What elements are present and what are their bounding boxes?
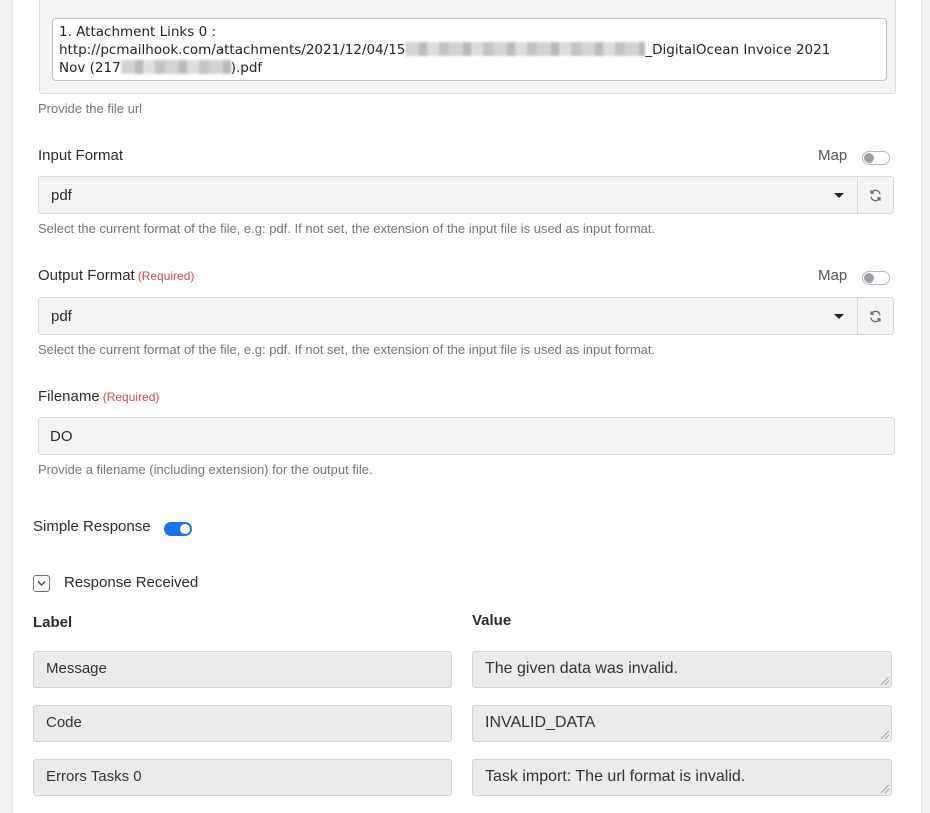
output-format-value: pdf xyxy=(51,308,72,325)
filename-value: DO xyxy=(50,428,73,445)
input-format-map-label: Map xyxy=(818,147,848,164)
file-url-help: Provide the file url xyxy=(38,101,143,116)
file-url-line-1: 1. Attachment Links 0 : xyxy=(59,24,217,40)
simple-response-label: Simple Response xyxy=(33,518,151,535)
output-format-refresh-button[interactable] xyxy=(858,297,894,335)
value-column-header: Value xyxy=(472,612,512,629)
chevron-down-icon xyxy=(37,581,46,586)
filename-input[interactable]: DO xyxy=(38,417,895,455)
file-url-line-2: http://pcmailhook.com/attachments/2021/1… xyxy=(59,42,831,58)
response-collapse-toggle[interactable] xyxy=(33,575,50,592)
caret-down-icon xyxy=(834,193,844,198)
file-url-field[interactable]: 1. Attachment Links 0 : http://pcmailhoo… xyxy=(52,18,887,81)
toggle-knob xyxy=(864,273,874,283)
refresh-icon xyxy=(870,189,881,202)
required-marker: (Required) xyxy=(102,390,160,404)
toggle-knob xyxy=(180,524,190,534)
input-format-value: pdf xyxy=(51,187,72,204)
caret-down-icon xyxy=(834,314,844,319)
toggle-knob xyxy=(864,153,874,163)
refresh-icon xyxy=(870,310,881,323)
file-url-container: 1. Attachment Links 0 : http://pcmailhoo… xyxy=(39,0,896,94)
response-received-title: Response Received xyxy=(64,574,199,591)
response-row-label: Errors Tasks 0 xyxy=(33,759,452,796)
filename-help: Provide a filename (including extension)… xyxy=(38,462,373,477)
required-marker: (Required) xyxy=(137,269,195,283)
output-format-label: Output Format (Required) xyxy=(38,267,195,284)
filename-label: Filename (Required) xyxy=(38,388,160,405)
resize-handle-icon[interactable] xyxy=(881,731,889,739)
output-format-select[interactable]: pdf xyxy=(38,297,858,335)
resize-handle-icon[interactable] xyxy=(881,677,889,685)
resize-handle-icon[interactable] xyxy=(881,785,889,793)
input-format-refresh-button[interactable] xyxy=(858,176,894,214)
input-format-map-toggle[interactable] xyxy=(862,151,890,165)
simple-response-toggle[interactable] xyxy=(164,522,192,536)
input-format-select[interactable]: pdf xyxy=(38,176,858,214)
input-format-label: Input Format xyxy=(38,147,124,164)
form-panel: 1. Attachment Links 0 : http://pcmailhoo… xyxy=(12,0,922,813)
output-format-map-label: Map xyxy=(818,267,848,284)
response-row-value[interactable]: INVALID_DATA xyxy=(472,705,892,742)
input-format-help: Select the current format of the file, e… xyxy=(38,221,656,236)
response-row-label: Code xyxy=(33,705,452,742)
output-format-help: Select the current format of the file, e… xyxy=(38,342,656,357)
file-url-line-3: Nov (217).pdf xyxy=(59,60,263,76)
output-format-map-toggle[interactable] xyxy=(862,271,890,285)
response-row-value[interactable]: Task import: The url format is invalid. xyxy=(472,759,892,796)
redacted-text xyxy=(405,42,646,56)
redacted-text xyxy=(120,60,231,74)
response-row-label: Message xyxy=(33,651,452,688)
label-column-header: Label xyxy=(33,614,73,631)
response-row-value[interactable]: The given data was invalid. xyxy=(472,651,892,688)
